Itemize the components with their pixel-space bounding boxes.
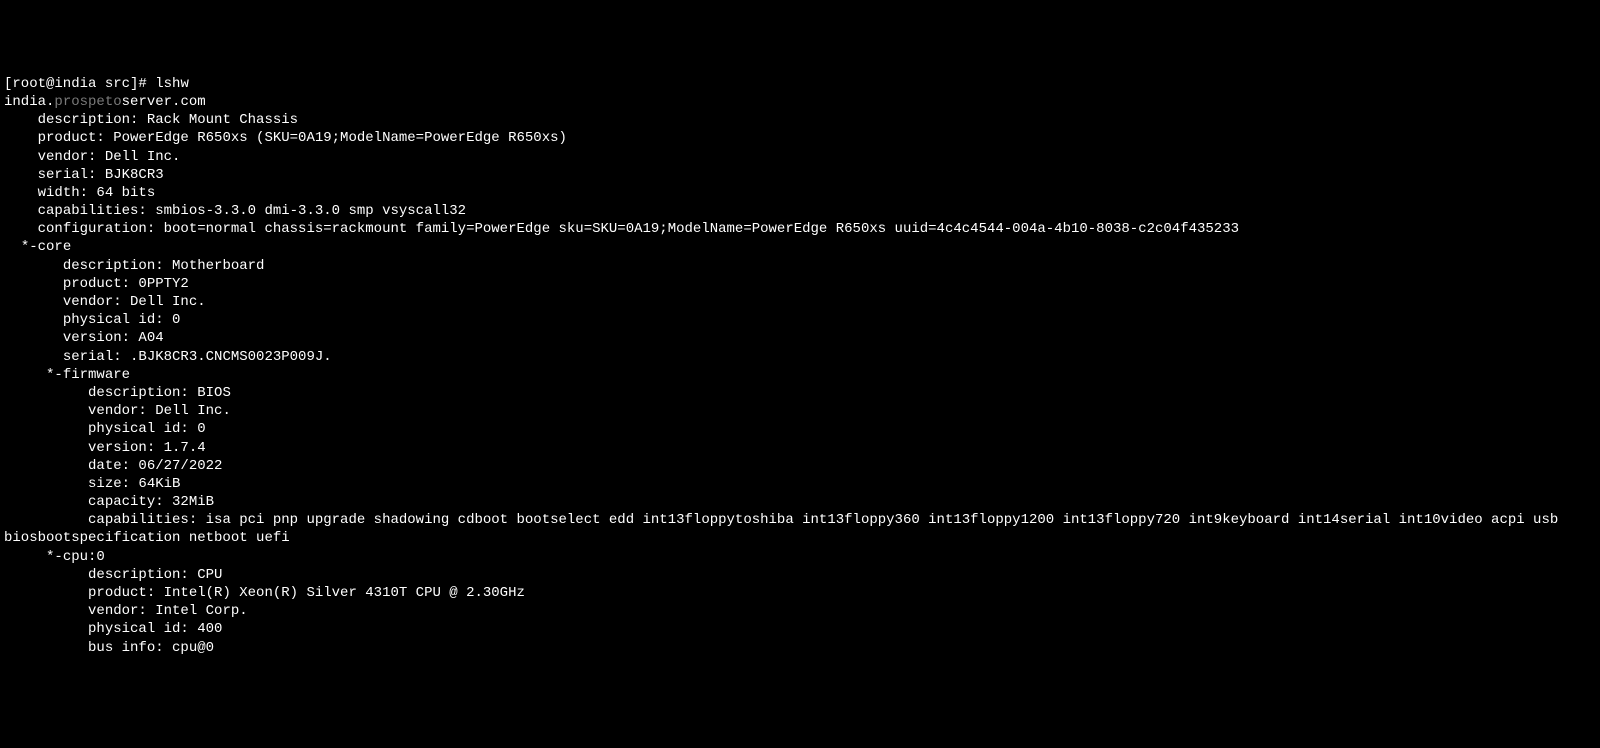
hostname-pre: india. xyxy=(4,94,54,110)
core-vendor: vendor: Dell Inc. xyxy=(4,294,206,310)
firmware-capacity: capacity: 32MiB xyxy=(4,494,214,510)
firmware-description: description: BIOS xyxy=(4,385,231,401)
core-version: version: A04 xyxy=(4,330,164,346)
core-product: product: 0PPTY2 xyxy=(4,276,189,292)
firmware-size: size: 64KiB xyxy=(4,476,180,492)
firmware-physical-id: physical id: 0 xyxy=(4,421,206,437)
system-vendor: vendor: Dell Inc. xyxy=(4,149,180,165)
hostname-post: server.com xyxy=(122,94,206,110)
command-input: lshw xyxy=(155,76,189,92)
firmware-date: date: 06/27/2022 xyxy=(4,458,222,474)
system-product: product: PowerEdge R650xs (SKU=0A19;Mode… xyxy=(4,130,567,146)
cpu-vendor: vendor: Intel Corp. xyxy=(4,603,248,619)
cpu-description: description: CPU xyxy=(4,567,222,583)
core-serial: serial: .BJK8CR3.CNCMS0023P009J. xyxy=(4,349,332,365)
cpu-bus-info: bus info: cpu@0 xyxy=(4,640,214,656)
system-width: width: 64 bits xyxy=(4,185,155,201)
system-description: description: Rack Mount Chassis xyxy=(4,112,298,128)
system-capabilities: capabilities: smbios-3.3.0 dmi-3.3.0 smp… xyxy=(4,203,466,219)
core-description: description: Motherboard xyxy=(4,258,264,274)
system-serial: serial: BJK8CR3 xyxy=(4,167,164,183)
system-configuration: configuration: boot=normal chassis=rackm… xyxy=(4,221,1239,237)
hostname-dim: prospeto xyxy=(54,94,121,110)
core-header: *-core xyxy=(4,239,71,255)
core-physical-id: physical id: 0 xyxy=(4,312,180,328)
cpu-physical-id: physical id: 400 xyxy=(4,621,222,637)
firmware-vendor: vendor: Dell Inc. xyxy=(4,403,231,419)
terminal-output[interactable]: [root@india src]# lshw india.prospetoser… xyxy=(4,75,1596,657)
firmware-version: version: 1.7.4 xyxy=(4,440,206,456)
firmware-header: *-firmware xyxy=(4,367,130,383)
cpu-header: *-cpu:0 xyxy=(4,549,105,565)
firmware-capabilities: capabilities: isa pci pnp upgrade shadow… xyxy=(4,512,1567,546)
shell-prompt: [root@india src]# xyxy=(4,76,147,92)
